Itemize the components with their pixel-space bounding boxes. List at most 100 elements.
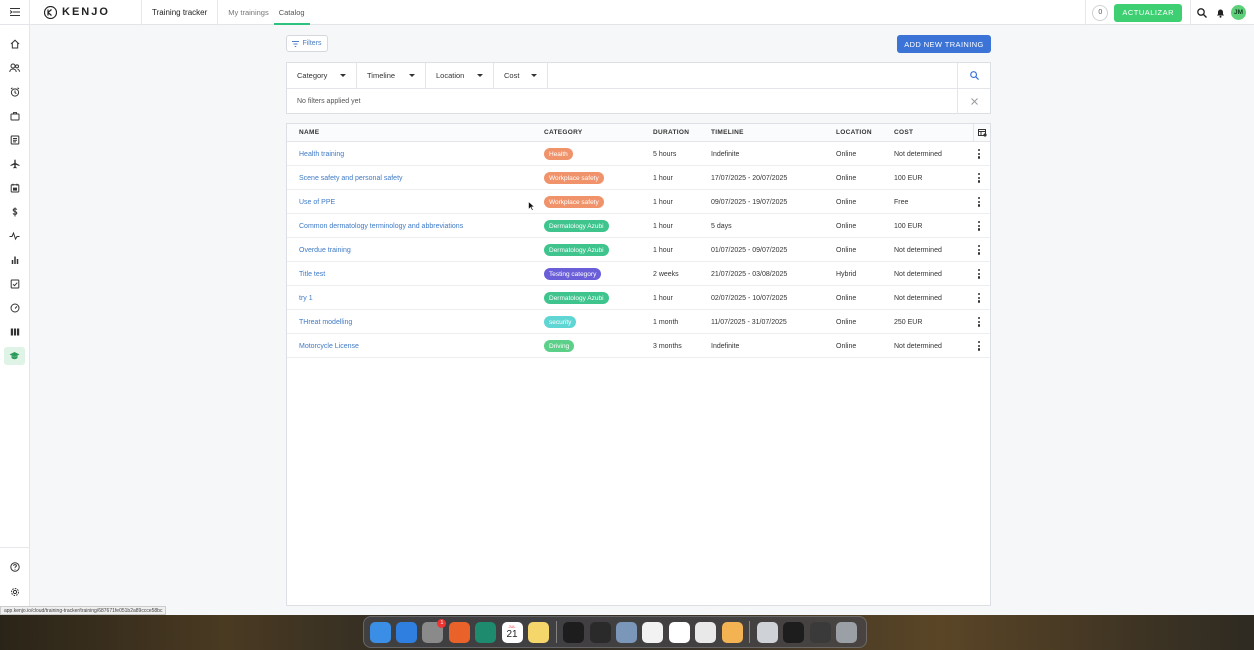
- cube-app-icon[interactable]: [589, 621, 611, 643]
- dog-app-icon[interactable]: [721, 621, 743, 643]
- cost-filter-select[interactable]: Cost: [494, 63, 548, 88]
- search-input[interactable]: [548, 63, 958, 88]
- training-name-link[interactable]: Title test: [299, 262, 325, 286]
- update-button[interactable]: ACTUALIZAR: [1114, 3, 1182, 22]
- sidebar-item-trainings[interactable]: [4, 347, 25, 365]
- table-row[interactable]: Title test Testing category 2 weeks 21/0…: [287, 262, 990, 286]
- trash-icon[interactable]: [836, 621, 858, 643]
- finder-icon[interactable]: [369, 621, 391, 643]
- location-cell: Online: [836, 342, 857, 350]
- link-status-url: app.kenjo.io/cloud/training-tracker/trai…: [0, 606, 167, 615]
- edge-icon[interactable]: [475, 621, 497, 643]
- sidebar-item-documents[interactable]: [4, 131, 25, 149]
- table-row[interactable]: Overdue training Dermatology Azubi 1 hou…: [287, 238, 990, 262]
- table-row[interactable]: Common dermatology terminology and abbre…: [287, 214, 990, 238]
- column-settings-button[interactable]: [973, 124, 990, 142]
- avatar[interactable]: JM: [1231, 5, 1246, 20]
- menu-toggle-button[interactable]: [0, 0, 30, 25]
- table-row[interactable]: Motorcycle License Driving 3 months Inde…: [287, 334, 990, 358]
- sidebar-item-home[interactable]: [4, 35, 25, 53]
- more-options-icon[interactable]: [977, 269, 980, 279]
- header-location[interactable]: LOCATION: [836, 129, 872, 136]
- calendar-day: 21: [506, 629, 518, 640]
- sidebar-item-time[interactable]: [4, 83, 25, 101]
- clear-filters-button[interactable]: [958, 98, 990, 105]
- more-options-icon[interactable]: [977, 293, 980, 303]
- table-row[interactable]: Health training Health 5 hours Indefinit…: [287, 142, 990, 166]
- textedit-icon[interactable]: [695, 621, 717, 643]
- category-badge: Dermatology Azubi: [544, 292, 609, 304]
- more-options-icon[interactable]: [977, 221, 980, 231]
- sidebar-item-analytics[interactable]: [4, 251, 25, 269]
- training-name-link[interactable]: Scene safety and personal safety: [299, 166, 403, 190]
- training-name-link[interactable]: Motorcycle License: [299, 334, 359, 358]
- sidebar-item-activity[interactable]: [4, 227, 25, 245]
- add-new-training-button[interactable]: ADD NEW TRAINING: [897, 35, 991, 53]
- sidebar-item-boards[interactable]: [4, 323, 25, 341]
- more-options-icon[interactable]: [977, 317, 980, 327]
- terminal-icon[interactable]: [563, 621, 585, 643]
- table-row[interactable]: try 1 Dermatology Azubi 1 hour 02/07/202…: [287, 286, 990, 310]
- sidebar-item-people[interactable]: [4, 59, 25, 77]
- training-name-link[interactable]: Health training: [299, 142, 344, 166]
- header-name[interactable]: NAME: [299, 129, 319, 136]
- search-button[interactable]: [1191, 0, 1213, 25]
- table-row[interactable]: Scene safety and personal safety Workpla…: [287, 166, 990, 190]
- notification-badge: 1: [437, 618, 447, 628]
- more-options-icon[interactable]: [977, 173, 980, 183]
- sidebar-item-time-off[interactable]: [4, 155, 25, 173]
- header-category[interactable]: CATEGORY: [544, 129, 583, 136]
- tab-catalog[interactable]: Catalog: [273, 0, 310, 25]
- sidebar-item-jobs[interactable]: [4, 107, 25, 125]
- more-options-icon[interactable]: [977, 149, 980, 159]
- sidebar-item-performance[interactable]: [4, 299, 25, 317]
- dock-separator: [749, 621, 751, 643]
- training-name-link[interactable]: Overdue training: [299, 238, 351, 262]
- mouse-cursor-icon: [528, 201, 535, 211]
- notes-icon[interactable]: [527, 621, 549, 643]
- more-options-icon[interactable]: [977, 341, 980, 351]
- firefox-icon[interactable]: [448, 621, 470, 643]
- more-options-icon[interactable]: [977, 197, 980, 207]
- sidebar-item-calendar[interactable]: [4, 179, 25, 197]
- kenjo-logo[interactable]: KENJO: [30, 0, 142, 25]
- preview-icon[interactable]: [616, 621, 638, 643]
- table-row[interactable]: Use of PPE Workplace safety 1 hour 09/07…: [287, 190, 990, 214]
- table-row[interactable]: THreat modelling security 1 month 11/07/…: [287, 310, 990, 334]
- sidebar-item-help[interactable]: [4, 558, 25, 576]
- training-name-link[interactable]: Common dermatology terminology and abbre…: [299, 214, 463, 238]
- sidebar-item-tasks[interactable]: [4, 275, 25, 293]
- training-name-link[interactable]: Use of PPE: [299, 190, 335, 214]
- columns-icon: [10, 328, 19, 336]
- category-cell: security: [544, 310, 577, 334]
- system-settings-icon[interactable]: 1: [422, 618, 447, 643]
- category-badge: Health: [544, 148, 573, 160]
- timeline-cell: 11/07/2025 - 31/07/2025: [711, 318, 787, 326]
- screenshot-thumb-icon[interactable]: [756, 621, 778, 643]
- notification-counter[interactable]: 0: [1092, 4, 1109, 21]
- menu-collapse-icon: [9, 8, 20, 16]
- filters-button[interactable]: Filters: [286, 35, 328, 52]
- timeline-filter-select[interactable]: Timeline: [357, 63, 426, 88]
- header-cost[interactable]: COST: [894, 129, 913, 136]
- slack-icon[interactable]: [668, 621, 690, 643]
- calendar-app-icon[interactable]: JUL 21: [501, 621, 523, 643]
- more-options-icon[interactable]: [977, 245, 980, 255]
- header-duration[interactable]: DURATION: [653, 129, 689, 136]
- chrome-icon[interactable]: [642, 621, 664, 643]
- category-filter-select[interactable]: Category: [287, 63, 357, 88]
- screenshot-thumb-icon-3[interactable]: [809, 621, 831, 643]
- training-name-link[interactable]: try 1: [299, 286, 313, 310]
- sidebar-item-settings[interactable]: [4, 583, 25, 601]
- sidebar-item-payroll[interactable]: [4, 203, 25, 221]
- search-submit-button[interactable]: [958, 63, 990, 88]
- screenshot-thumb-icon-2[interactable]: [783, 621, 805, 643]
- training-name-link[interactable]: THreat modelling: [299, 310, 352, 334]
- notifications-button[interactable]: [1213, 0, 1227, 25]
- location-filter-select[interactable]: Location: [426, 63, 494, 88]
- cost-cell: Not determined: [894, 246, 942, 254]
- location-cell: Online: [836, 318, 857, 326]
- tab-my-trainings[interactable]: My trainings: [223, 0, 273, 25]
- header-timeline[interactable]: TIMELINE: [711, 129, 744, 136]
- safari-icon[interactable]: [396, 621, 418, 643]
